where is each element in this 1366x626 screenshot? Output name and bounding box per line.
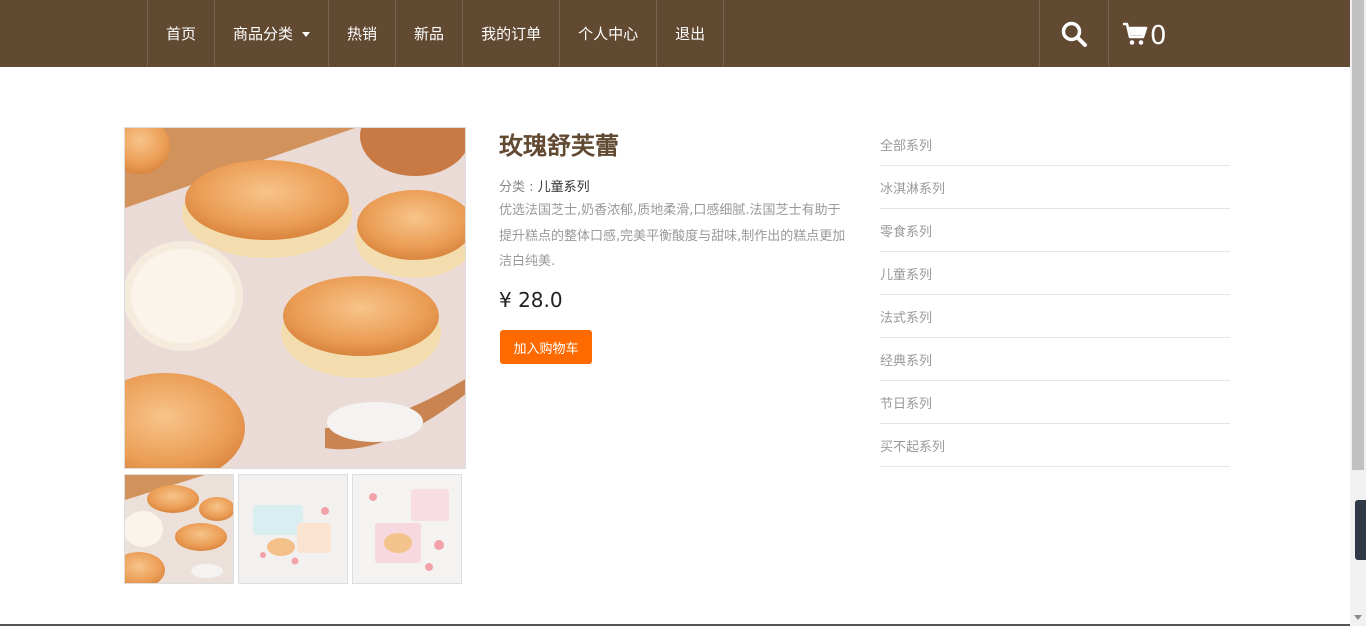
category-link[interactable]: 儿童系列 [538, 180, 590, 195]
nav-item-categories[interactable]: 商品分类 [215, 0, 330, 67]
product-category: 分类 : 儿童系列 [499, 176, 590, 195]
nav-label: 商品分类 [233, 25, 294, 43]
sidebar-item-snacks[interactable]: 零食系列 [880, 209, 1230, 252]
thumbnail-list [124, 474, 462, 584]
nav-label: 新品 [414, 25, 445, 43]
nav-label: 退出 [675, 25, 706, 43]
side-widget[interactable] [1355, 500, 1366, 560]
sidebar-item-classic[interactable]: 经典系列 [880, 338, 1230, 381]
nav-item-new[interactable]: 新品 [396, 0, 464, 67]
product-title: 玫瑰舒芙蕾 [499, 132, 619, 160]
cart-icon [1123, 22, 1148, 45]
sidebar-item-premium[interactable]: 买不起系列 [880, 424, 1230, 467]
cart-count: 0 [1150, 21, 1167, 51]
caret-down-icon [302, 32, 311, 37]
category-label: 分类 : [499, 180, 538, 195]
product-price: ¥ 28.0 [499, 288, 563, 312]
add-to-cart-button[interactable]: 加入购物车 [500, 330, 592, 364]
scroll-down-arrow-icon[interactable] [1354, 615, 1362, 620]
nav-item-home[interactable]: 首页 [148, 0, 216, 67]
category-sidebar: 全部系列 冰淇淋系列 零食系列 儿童系列 法式系列 经典系列 节日系列 买不起系… [880, 123, 1230, 467]
sidebar-item-kids[interactable]: 儿童系列 [880, 252, 1230, 295]
nav-item-profile[interactable]: 个人中心 [560, 0, 658, 67]
search-icon [1061, 21, 1087, 47]
nav-label: 热销 [347, 25, 378, 43]
cart-button[interactable]: 0 [1122, 14, 1167, 54]
search-button[interactable] [1039, 0, 1109, 67]
nav-label: 首页 [166, 25, 197, 43]
souffle-image [125, 128, 465, 468]
main-nav: 首页 商品分类 热销 新品 我的订单 个人中心 退出 [147, 0, 725, 67]
nav-item-hot[interactable]: 热销 [329, 0, 397, 67]
product-main-image [124, 127, 466, 469]
nav-item-logout[interactable]: 退出 [657, 0, 725, 67]
thumbnail-2[interactable] [238, 474, 348, 584]
sidebar-item-icecream[interactable]: 冰淇淋系列 [880, 166, 1230, 209]
thumbnail-1[interactable] [124, 474, 234, 584]
thumbnail-3[interactable] [352, 474, 462, 584]
sidebar-item-french[interactable]: 法式系列 [880, 295, 1230, 338]
sidebar-item-all[interactable]: 全部系列 [880, 123, 1230, 166]
product-description: 优选法国芝士,奶香浓郁,质地柔滑,口感细腻.法国芝士有助于提升糕点的整体口感,完… [499, 203, 846, 269]
sidebar-item-holiday[interactable]: 节日系列 [880, 381, 1230, 424]
nav-label: 个人中心 [578, 25, 639, 43]
nav-label: 我的订单 [481, 25, 542, 43]
nav-item-orders[interactable]: 我的订单 [463, 0, 561, 67]
scrollbar-thumb[interactable] [1352, 0, 1364, 470]
top-navbar: 首页 商品分类 热销 新品 我的订单 个人中心 退出 0 [0, 0, 1350, 67]
